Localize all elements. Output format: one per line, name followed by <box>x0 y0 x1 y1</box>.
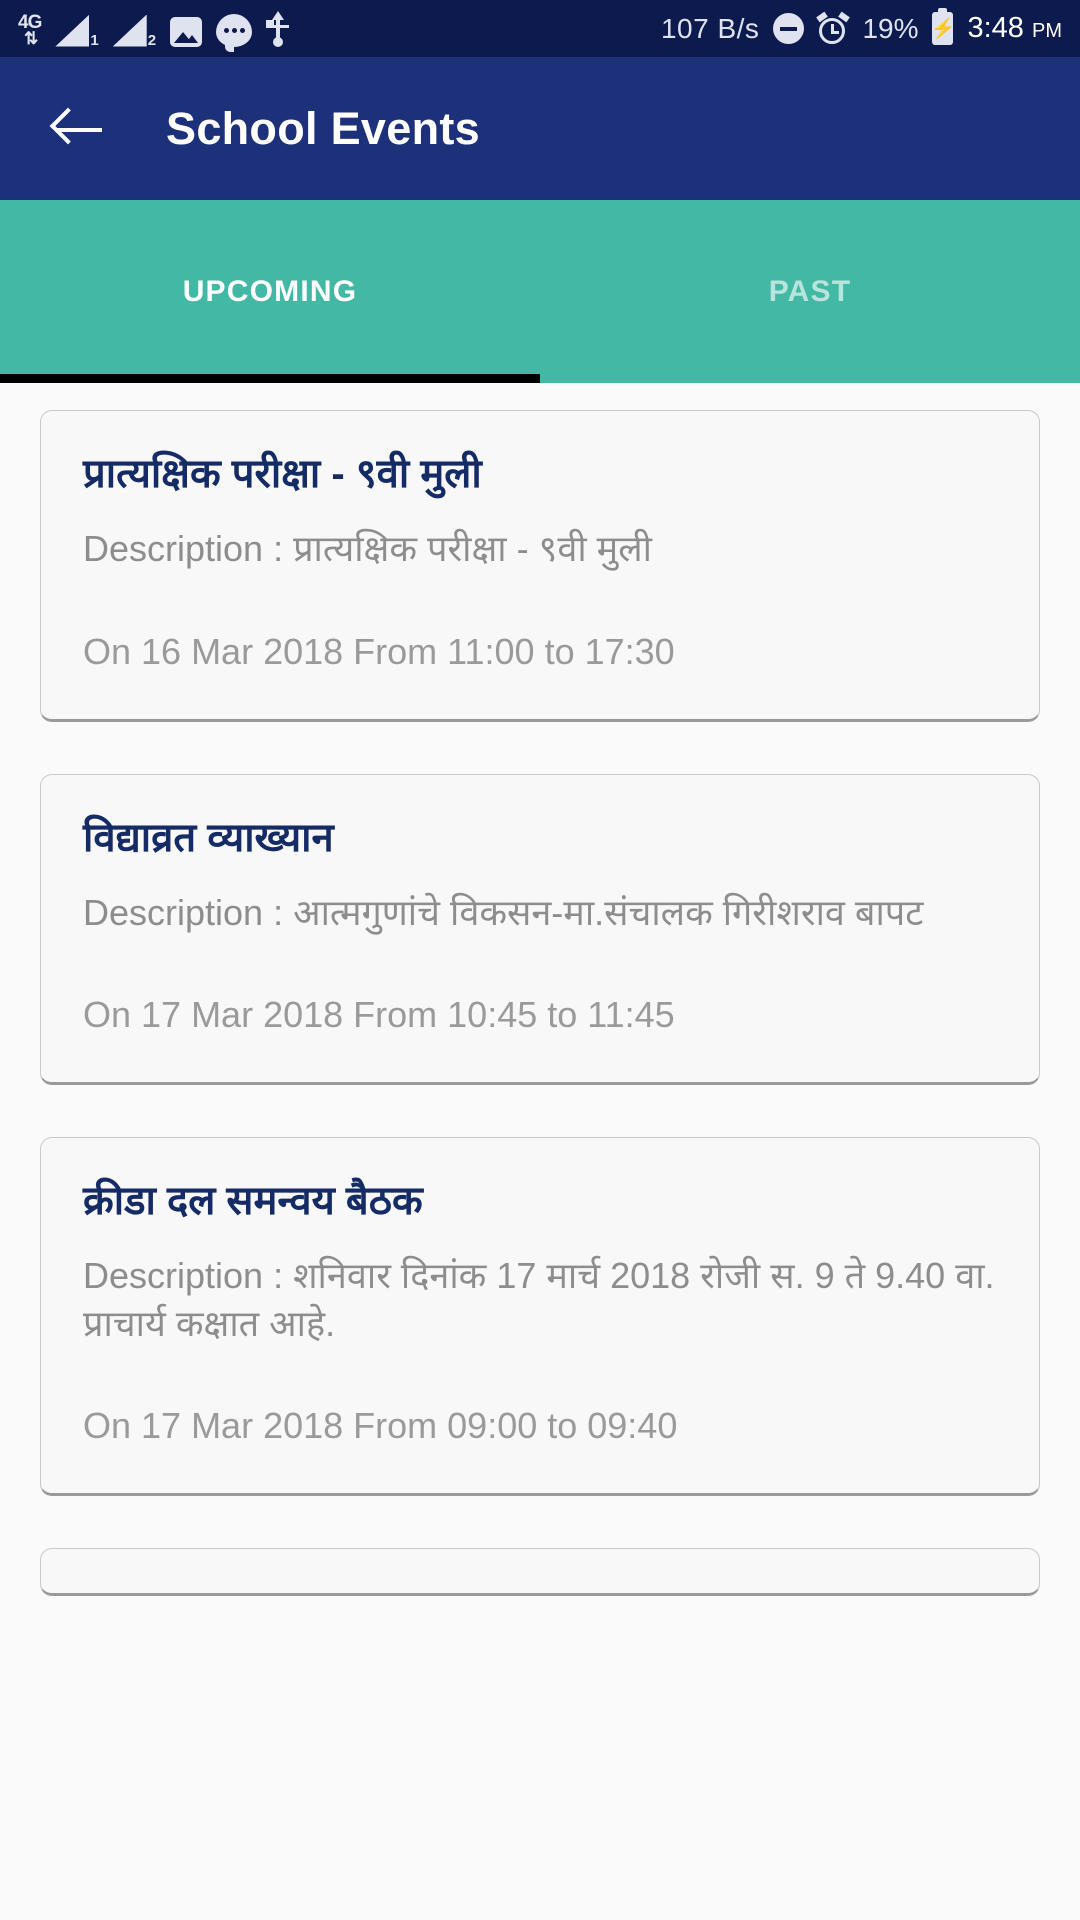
sim1-label: 1 <box>90 31 99 49</box>
tab-past[interactable]: PAST <box>540 200 1080 383</box>
event-description: Description : प्रात्यक्षिक परीक्षा - ९वी… <box>83 528 652 569</box>
page-title: School Events <box>166 102 480 154</box>
signal-sim2-icon: 2 <box>112 14 157 49</box>
do-not-disturb-icon <box>773 13 805 44</box>
event-title: विद्याव्रत व्याख्यान <box>83 815 334 860</box>
event-card[interactable]: विद्याव्रत व्याख्यान Description : आत्मग… <box>40 773 1040 1086</box>
signal-sim1-icon: 1 <box>55 14 99 49</box>
signal-bars <box>55 14 90 47</box>
clock-ampm: PM <box>1032 20 1062 42</box>
event-card[interactable]: प्रात्यक्षिक परीक्षा - ९वी मुली Descript… <box>40 410 1040 722</box>
clock-label: 3:48 PM <box>967 12 1062 45</box>
event-card-partial[interactable] <box>40 1548 1040 1597</box>
image-icon <box>170 16 203 47</box>
alarm-icon <box>816 11 851 44</box>
battery-percent-label: 19% <box>862 12 919 44</box>
app-bar: School Events <box>0 57 1080 200</box>
back-arrow-icon[interactable] <box>49 102 106 156</box>
usb-icon <box>266 10 290 47</box>
event-list[interactable]: प्रात्यक्षिक परीक्षा - ९वी मुली Descript… <box>0 383 1080 1920</box>
event-datetime: On 17 Mar 2018 From 10:45 to 11:45 <box>83 994 675 1036</box>
status-bar-right-icons: 107 B/s 19% ⚡ 3:48 PM <box>660 8 1062 45</box>
tab-upcoming[interactable]: UPCOMING <box>0 200 540 383</box>
signal-bars <box>112 14 147 47</box>
event-card[interactable]: क्रीडा दल समन्वय बैठक Description : शनिव… <box>40 1137 1040 1497</box>
data-speed-label: 107 B/s <box>660 12 760 44</box>
event-datetime: On 17 Mar 2018 From 09:00 to 09:40 <box>83 1405 678 1447</box>
tab-bar: UPCOMING PAST <box>0 200 1080 383</box>
event-title: प्रात्यक्षिक परीक्षा - ९वी मुली <box>83 452 482 496</box>
sim2-label: 2 <box>147 31 157 49</box>
data-arrows: ⇅ <box>24 28 38 48</box>
status-bar-left-icons: 4G ⇅ 1 2 <box>18 10 290 52</box>
battery-charging-icon: ⚡ <box>931 8 955 45</box>
event-title: क्रीडा दल समन्वय बैठक <box>83 1179 423 1224</box>
event-description: Description : आत्मगुणांचे विकसन-मा.संचाल… <box>83 891 924 933</box>
chat-bubble-icon <box>216 13 253 52</box>
tab-selection-indicator <box>0 374 540 383</box>
event-datetime: On 16 Mar 2018 From 11:00 to 17:30 <box>83 630 675 672</box>
event-description: Description : शनिवार दिनांक 17 मार्च 201… <box>83 1255 995 1344</box>
status-bar: 4G ⇅ 1 2 107 B/s 19% ⚡ 3:48 PM <box>0 0 1080 57</box>
clock-time: 3:48 <box>967 12 1024 44</box>
4g-data-icon: 4G ⇅ <box>18 13 42 48</box>
